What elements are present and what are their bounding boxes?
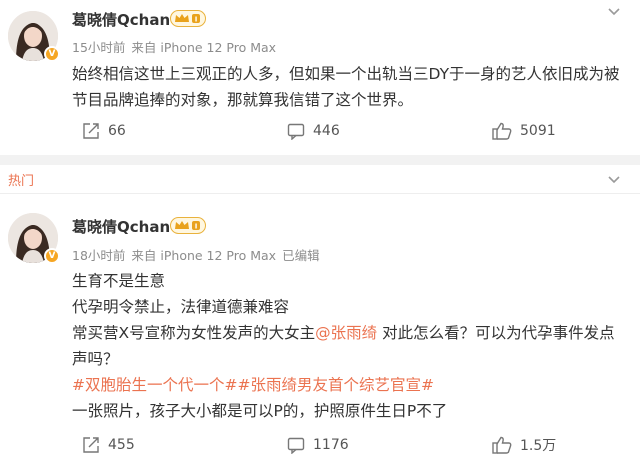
repost-button[interactable]: 66 (82, 120, 126, 142)
content-line: 代孕明令禁止，法律道德兼难容 (72, 298, 290, 316)
post-meta: 18小时前 来自 iPhone 12 Pro Max 已编辑 (72, 245, 326, 264)
svg-text:I: I (195, 223, 198, 231)
comment-count: 446 (313, 123, 340, 139)
content-line: 生育不是生意 (72, 272, 166, 290)
hot-section-label: 热门 (8, 174, 35, 189)
like-button[interactable]: 1.5万 (492, 434, 556, 456)
content-line: 节目品牌追捧的对象，那就算我信错了这个世界。 (72, 91, 414, 109)
post-card-1: V 葛晓倩Qchan I 15小时前 来自 iPhone 12 Pro Max 始… (0, 0, 640, 155)
svg-text:I: I (195, 16, 198, 24)
feed-separator (0, 155, 640, 165)
like-count: 1.5万 (520, 438, 557, 454)
post-content: 生育不是生意 代孕明令禁止，法律道德兼难容 常买营X号宣称为女性发声的大女主@张… (72, 268, 615, 424)
content-text: 对此怎么看？可以为代孕事件发点 (377, 324, 615, 342)
author-name[interactable]: 葛晓倩Qchan (72, 9, 170, 30)
chevron-down-icon[interactable] (605, 2, 623, 20)
like-icon (492, 122, 512, 140)
comment-count: 1176 (313, 437, 349, 453)
repost-icon (83, 123, 99, 139)
like-icon (492, 436, 512, 454)
repost-icon (83, 437, 99, 453)
comment-icon (287, 123, 305, 140)
crown-badge-icon[interactable]: I (170, 10, 206, 27)
content-line: 一张照片，孩子大小都是可以P的，护照原件生日P不了 (72, 402, 448, 420)
chevron-down-icon[interactable] (605, 170, 623, 188)
post-time[interactable]: 18小时前 (72, 248, 125, 263)
edited-label[interactable]: 已编辑 (282, 248, 320, 263)
repost-count: 66 (108, 123, 126, 139)
comment-button[interactable]: 1176 (287, 434, 349, 456)
mention-link[interactable]: @张雨绮 (315, 324, 377, 342)
like-count: 5091 (520, 123, 556, 139)
content-line: 常买营X号宣称为女性发声的大女主@张雨绮 对此怎么看？可以为代孕事件发点 (72, 320, 615, 346)
post-content: 始终相信这世上三观正的人多，但如果一个出轨当三DY于一身的艺人依旧成为被 节目品… (72, 61, 620, 113)
author-name[interactable]: 葛晓倩Qchan (72, 216, 170, 237)
comment-icon (287, 437, 305, 454)
repost-count: 455 (108, 437, 135, 453)
comment-button[interactable]: 446 (287, 120, 340, 142)
post-meta: 15小时前 来自 iPhone 12 Pro Max (72, 37, 282, 56)
verified-badge: V (44, 248, 60, 264)
post-source: 来自 iPhone 12 Pro Max (131, 248, 277, 263)
post-time[interactable]: 15小时前 (72, 40, 125, 55)
hashtag-links[interactable]: #双胞胎生一个代一个##张雨绮男友首个综艺官宣# (72, 372, 615, 398)
verified-badge: V (44, 46, 60, 62)
like-button[interactable]: 5091 (492, 120, 556, 142)
content-line: 声吗？ (72, 350, 119, 368)
content-text: 常买营X号宣称为女性发声的大女主 (72, 324, 316, 342)
divider (0, 193, 640, 194)
content-line: 始终相信这世上三观正的人多，但如果一个出轨当三DY于一身的艺人依旧成为被 (72, 65, 620, 83)
repost-button[interactable]: 455 (82, 434, 135, 456)
crown-badge-icon[interactable]: I (170, 217, 206, 234)
post-source: 来自 iPhone 12 Pro Max (131, 40, 277, 55)
